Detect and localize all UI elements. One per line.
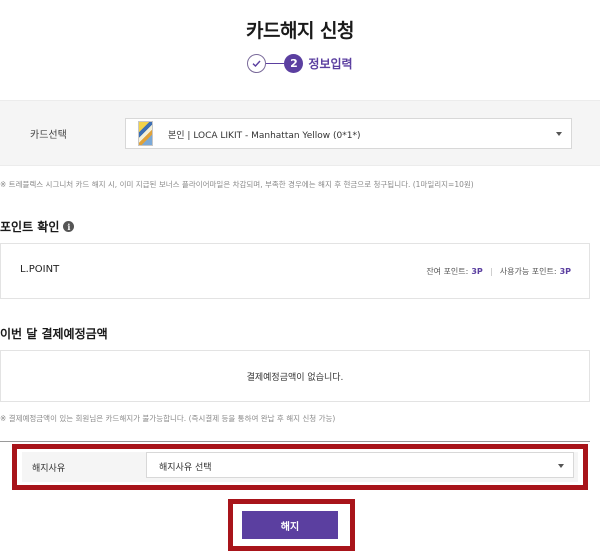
page-title: 카드해지 신청	[246, 20, 355, 42]
chevron-down-icon	[558, 464, 564, 468]
points-box: L.POINT 잔여 포인트: 3P 사용가능 포인트: 3P	[0, 243, 590, 299]
usable-points-value: 3P	[559, 267, 571, 276]
points-summary: 잔여 포인트: 3P 사용가능 포인트: 3P	[426, 266, 571, 277]
cancel-card-button[interactable]: 해지	[242, 511, 338, 539]
payment-box: 결제예정금액이 없습니다.	[0, 350, 590, 402]
reason-label: 해지사유	[32, 464, 66, 474]
reason-highlight-frame: 해지사유 해지사유 선택	[12, 444, 588, 490]
card-select-value: 본인 | LOCA LIKIT - Manhattan Yellow (0*1*…	[168, 131, 361, 141]
point-program-name: L.POINT	[20, 264, 60, 275]
payment-section-title: 이번 달 결제예정금액	[0, 327, 108, 341]
card-select-label: 카드선택	[30, 130, 67, 141]
stepper: 2 정보입력	[0, 54, 600, 73]
check-circle-icon	[247, 54, 267, 73]
remaining-points-label: 잔여 포인트:	[426, 267, 469, 276]
current-step-number: 2	[284, 54, 304, 73]
info-icon[interactable]: i	[63, 221, 75, 232]
remaining-points-value: 3P	[471, 267, 483, 276]
usable-points-label: 사용가능 포인트:	[499, 267, 557, 276]
card-select-dropdown[interactable]: 본인 | LOCA LIKIT - Manhattan Yellow (0*1*…	[125, 118, 572, 149]
card-notice: ※ 트레블렉스 시그니처 카드 해지 시, 이미 지급된 보너스 플라이어마일은…	[0, 180, 474, 189]
current-step-label: 정보입력	[308, 57, 353, 71]
cancel-button-highlight-frame: 해지	[228, 499, 355, 551]
reason-select-dropdown[interactable]: 해지사유 선택	[146, 452, 574, 478]
points-section-title-text: 포인트 확인	[0, 220, 60, 234]
points-section-title: 포인트 확인 i	[0, 218, 75, 235]
points-divider	[490, 267, 492, 276]
payment-notice: ※ 결제예정금액이 있는 회원님은 카드해지가 불가능합니다. (즉시결제 등을…	[0, 414, 336, 423]
chevron-down-icon	[556, 132, 562, 136]
payment-empty-message: 결제예정금액이 없습니다.	[246, 373, 344, 383]
card-thumbnail	[138, 121, 153, 146]
stepper-connector	[266, 62, 285, 65]
reason-row: 해지사유 해지사유 선택	[22, 452, 578, 482]
reason-select-value: 해지사유 선택	[159, 463, 212, 473]
card-select-section: 카드선택 본인 | LOCA LIKIT - Manhattan Yellow …	[0, 100, 600, 166]
section-divider	[0, 441, 590, 442]
